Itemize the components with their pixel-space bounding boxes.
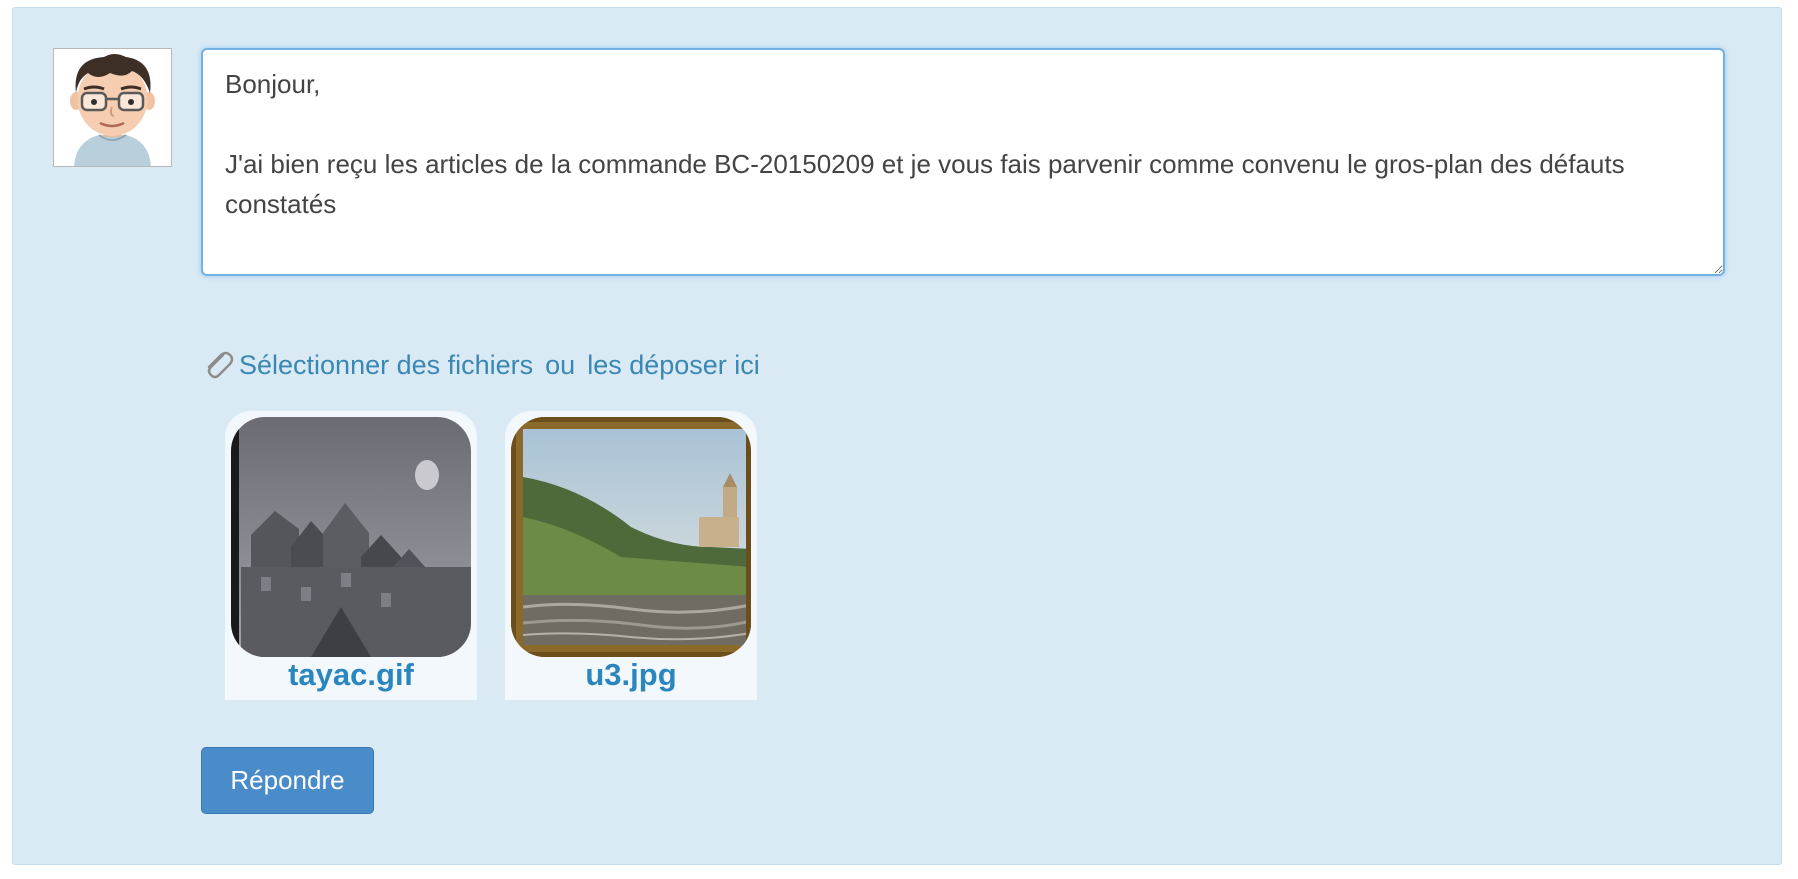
attachment-filename[interactable]: tayac.gif	[225, 657, 477, 693]
reply-panel: Bonjour, J'ai bien reçu les articles de …	[12, 7, 1782, 865]
reply-button[interactable]: Répondre	[201, 747, 374, 814]
message-textarea[interactable]: Bonjour, J'ai bien reçu les articles de …	[201, 48, 1725, 276]
attachment-u3[interactable]: u3.jpg	[505, 411, 757, 700]
select-files-link[interactable]: Sélectionner des fichiers	[239, 350, 533, 381]
user-avatar	[53, 48, 172, 167]
attachment-tayac[interactable]: tayac.gif	[225, 411, 477, 700]
drop-files-zone-label[interactable]: les déposer ici	[587, 350, 760, 381]
paperclip-icon	[207, 351, 234, 379]
attachment-thumbnail	[231, 417, 471, 657]
file-upload-zone: Sélectionner des fichiers ou les déposer…	[201, 345, 760, 385]
upload-or-text: ou	[545, 349, 576, 380]
attachment-filename[interactable]: u3.jpg	[505, 657, 757, 693]
avatar-face-icon	[70, 54, 155, 166]
attachment-thumbnail	[511, 417, 751, 657]
